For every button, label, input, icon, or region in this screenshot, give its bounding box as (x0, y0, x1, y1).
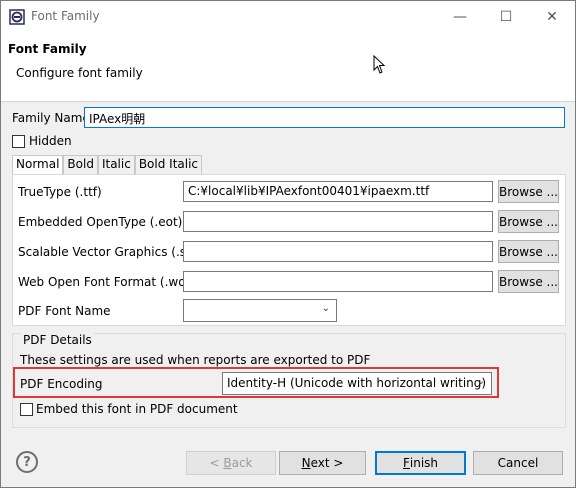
tab-normal[interactable]: Normal (12, 155, 64, 175)
family-name-label: Family Name (12, 111, 90, 125)
font-family-dialog: Font Family — ☐ ✕ Font Family Configure … (0, 0, 576, 488)
pdf-note: These settings are used when reports are… (20, 353, 371, 367)
truetype-label: TrueType (.ttf) (18, 185, 102, 199)
pdf-font-name-select[interactable]: ⌄ (183, 299, 337, 322)
tab-bold-italic[interactable]: Bold Italic (134, 155, 203, 174)
close-button[interactable]: ✕ (529, 1, 575, 32)
embed-font-label: Embed this font in PDF document (36, 402, 238, 416)
pdf-details-title: PDF Details (21, 333, 94, 347)
eclipse-icon (9, 9, 25, 25)
hidden-checkbox[interactable] (12, 135, 25, 148)
pdf-encoding-value: Identity-H (Unicode with horizontal writ… (227, 376, 487, 390)
chevron-down-icon: ⌄ (321, 303, 330, 314)
finish-rest: inish (409, 456, 439, 470)
pdf-encoding-select[interactable]: Identity-H (Unicode with horizontal writ… (222, 372, 492, 395)
wizard-header: Font Family Configure font family (1, 32, 575, 102)
family-name-input[interactable]: IPAex明朝 (84, 107, 565, 128)
maximize-button[interactable]: ☐ (483, 1, 529, 32)
browse-svg-button[interactable]: Browse ... (498, 240, 559, 263)
style-tabs: Normal Bold Italic Bold Italic (12, 155, 203, 175)
browse-truetype-button[interactable]: Browse ... (498, 180, 559, 203)
woff-input[interactable] (183, 271, 493, 292)
pdf-font-name-label: PDF Font Name (18, 304, 111, 318)
tab-bold[interactable]: Bold (63, 155, 98, 174)
svg-input[interactable] (183, 241, 493, 262)
woff-label: Web Open Font Format (.woff) (18, 275, 199, 289)
next-rest: ext > (310, 456, 344, 470)
tab-italic[interactable]: Italic (97, 155, 135, 174)
browse-woff-button[interactable]: Browse ... (498, 270, 559, 293)
pdf-encoding-label: PDF Encoding (20, 377, 103, 391)
chevron-down-icon: ⌄ (476, 376, 485, 387)
next-mnemonic: N (301, 456, 311, 470)
next-button[interactable]: Next > (279, 451, 366, 475)
title-bar[interactable]: Font Family — ☐ ✕ (1, 1, 575, 32)
mouse-cursor-icon (373, 55, 386, 74)
browse-eot-button[interactable]: Browse ... (498, 210, 559, 233)
minimize-button[interactable]: — (437, 1, 483, 32)
back-rest: ack (231, 456, 253, 470)
minimize-icon: — (453, 8, 467, 25)
back-mnemonic: B (223, 456, 232, 470)
help-icon[interactable]: ? (16, 451, 38, 473)
finish-mnemonic: F (402, 456, 410, 470)
svg-label: Scalable Vector Graphics (.svg) (18, 245, 206, 259)
back-prefix: < (209, 456, 224, 470)
close-icon: ✕ (546, 8, 558, 25)
embed-font-checkbox[interactable] (20, 403, 33, 416)
page-title: Font Family (8, 42, 87, 56)
cancel-button[interactable]: Cancel (473, 451, 563, 475)
eot-label: Embedded OpenType (.eot) (18, 215, 183, 229)
maximize-icon: ☐ (499, 8, 513, 25)
finish-button[interactable]: Finish (375, 451, 466, 475)
window-title: Font Family (31, 9, 100, 23)
truetype-input[interactable]: C:¥local¥lib¥IPAexfont00401¥ipaexm.ttf (183, 181, 493, 202)
hidden-label: Hidden (29, 134, 72, 148)
page-subtitle: Configure font family (16, 66, 143, 80)
eot-input[interactable] (183, 211, 493, 232)
back-button[interactable]: < Back (186, 451, 276, 475)
